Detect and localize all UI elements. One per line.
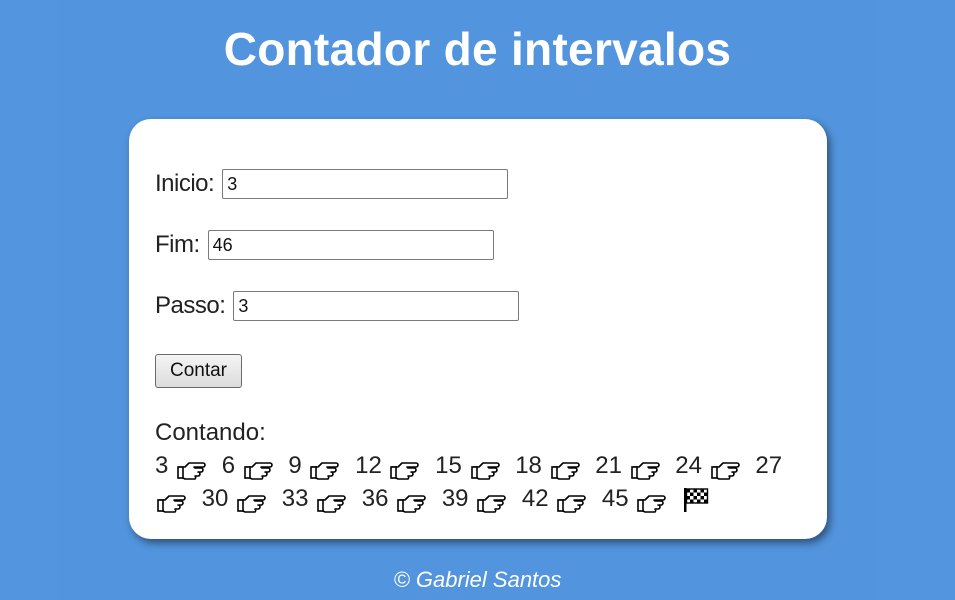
count-number: 9 [288, 452, 302, 479]
pointing-hand-icon [557, 489, 589, 513]
pointing-hand-icon [550, 456, 583, 480]
start-row: Inicio: [155, 169, 509, 199]
pointing-hand-icon [317, 489, 349, 513]
count-number: 21 [595, 452, 622, 479]
pointing-hand-icon [470, 456, 503, 480]
count-number: 30 [201, 485, 229, 512]
end-row: Fim: [155, 230, 494, 260]
count-number: 18 [515, 452, 542, 479]
count-button[interactable]: Contar [155, 354, 242, 388]
count-number: 33 [281, 485, 309, 512]
result-sequence: 3 6 9 12 15 18 21 24 27 30 33 36 39 42 4… [155, 449, 785, 515]
step-label: Passo: [155, 292, 226, 319]
pointing-hand-icon [477, 489, 509, 513]
counter-card: Inicio: Fim: Passo: Contar Contando: 3 6… [129, 119, 827, 539]
start-input[interactable] [222, 169, 509, 199]
result-area: Contando: 3 6 9 12 15 18 21 24 27 30 33 … [155, 416, 785, 515]
result-heading: Contando: [155, 419, 266, 446]
count-number: 15 [435, 452, 462, 479]
checkered-flag-icon [682, 487, 710, 513]
end-input[interactable] [207, 230, 494, 260]
pointing-hand-icon [243, 456, 276, 480]
count-number: 3 [155, 452, 169, 479]
start-label: Inicio: [155, 170, 215, 197]
pointing-hand-icon [390, 456, 422, 480]
pointing-hand-icon [630, 456, 663, 480]
step-row: Passo: [155, 291, 520, 321]
step-input[interactable] [233, 291, 520, 321]
pointing-hand-icon [157, 489, 189, 513]
count-number: 27 [755, 452, 783, 479]
pointing-hand-icon [397, 489, 429, 513]
pointing-hand-icon [637, 489, 669, 513]
count-number: 39 [441, 485, 469, 512]
pointing-hand-icon [710, 456, 743, 480]
pointing-hand-icon [177, 456, 209, 480]
count-number: 45 [601, 485, 629, 512]
count-number: 36 [361, 485, 389, 512]
count-number: 6 [221, 452, 236, 479]
count-number: 12 [355, 452, 382, 479]
page-title: Contador de intervalos [223, 23, 732, 75]
pointing-hand-icon [310, 456, 342, 480]
pointing-hand-icon [237, 489, 269, 513]
footer-credit: © Gabriel Santos [393, 567, 562, 592]
count-number: 24 [675, 452, 702, 479]
count-number: 42 [521, 485, 549, 512]
end-label: Fim: [155, 231, 200, 258]
